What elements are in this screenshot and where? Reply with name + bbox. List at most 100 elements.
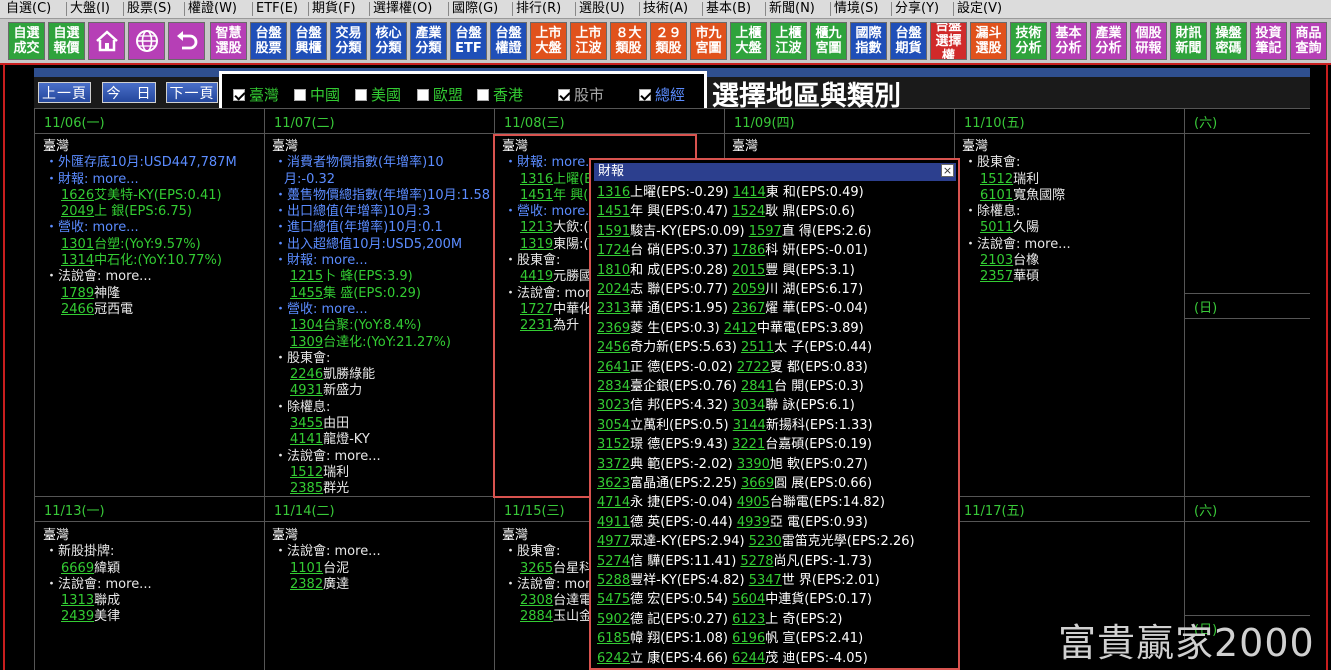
stock-link[interactable]: 5902	[597, 612, 630, 627]
toolbar-button-b33[interactable]: 商品 查詢	[1290, 22, 1327, 60]
menu-item-3[interactable]: 權證(W)	[188, 1, 237, 17]
stock-link[interactable]: 5347	[749, 573, 782, 588]
stock-link[interactable]: 1314	[61, 253, 94, 268]
toolbar-button-b24[interactable]: 台盤 選擇權	[930, 22, 967, 60]
stock-link[interactable]: 3221	[732, 437, 765, 452]
stock-link[interactable]: 5011	[980, 220, 1013, 235]
stock-link[interactable]: 5288	[597, 573, 630, 588]
stock-link[interactable]: 6244	[732, 651, 765, 666]
stock-link[interactable]: 2308	[520, 593, 553, 608]
stock-link[interactable]: 4939	[737, 515, 770, 530]
stock-link[interactable]: 2511	[741, 340, 774, 355]
checkbox[interactable]	[639, 88, 651, 101]
menu-item-9[interactable]: 選股(U)	[579, 1, 625, 17]
stock-link[interactable]: 1451	[597, 204, 630, 219]
stock-link[interactable]: 2382	[290, 577, 323, 592]
stock-link[interactable]: 4141	[290, 432, 323, 447]
filter-5[interactable]: 股市	[558, 84, 604, 105]
toolbar-button-b21[interactable]: 櫃九 宮圖	[810, 22, 847, 60]
stock-link[interactable]: 1786	[732, 243, 765, 258]
toolbar-button-b20[interactable]: 上櫃 江波	[770, 22, 807, 60]
toolbar-button-b7[interactable]: 台盤 股票	[250, 22, 287, 60]
stock-link[interactable]: 2024	[597, 282, 630, 297]
filter-3[interactable]: 歐盟	[417, 84, 463, 105]
stock-link[interactable]: 4911	[597, 515, 630, 530]
stock-link[interactable]: 1512	[980, 172, 1013, 187]
stock-link[interactable]: 4905	[737, 495, 770, 510]
menu-item-6[interactable]: 選擇權(O)	[373, 1, 432, 17]
stock-link[interactable]: 1101	[290, 561, 323, 576]
stock-link[interactable]: 2466	[61, 302, 94, 317]
stock-link[interactable]: 1215	[290, 269, 323, 284]
stock-link[interactable]: 2313	[597, 301, 630, 316]
close-icon[interactable]: ×	[941, 164, 954, 177]
next-page-button[interactable]: 下一頁	[166, 82, 218, 103]
stock-link[interactable]: 2641	[597, 360, 630, 375]
checkbox[interactable]	[477, 88, 489, 101]
back-icon-button[interactable]	[168, 22, 205, 60]
stock-link[interactable]: 2722	[737, 360, 770, 375]
menu-item-14[interactable]: 分享(Y)	[895, 1, 939, 17]
stock-link[interactable]: 2367	[732, 301, 765, 316]
stock-link[interactable]: 6242	[597, 651, 630, 666]
stock-link[interactable]: 2884	[520, 609, 553, 624]
menu-item-7[interactable]: 國際(G)	[452, 1, 498, 17]
filter-4[interactable]: 香港	[477, 84, 523, 105]
stock-link[interactable]: 3669	[741, 476, 774, 491]
toolbar-button-b30[interactable]: 財訊 新聞	[1170, 22, 1207, 60]
toolbar-button-b10[interactable]: 核心 分類	[370, 22, 407, 60]
home-icon-button[interactable]	[88, 22, 125, 60]
checkbox[interactable]	[294, 88, 306, 101]
stock-link[interactable]: 1304	[290, 318, 323, 333]
stock-link[interactable]: 2439	[61, 609, 94, 624]
toolbar-button-b23[interactable]: 台盤 期貨	[890, 22, 927, 60]
stock-link[interactable]: 4977	[597, 534, 630, 549]
stock-link[interactable]: 2049	[61, 204, 94, 219]
menu-item-0[interactable]: 自選(C)	[6, 1, 51, 17]
toolbar-button-b19[interactable]: 上櫃 大盤	[730, 22, 767, 60]
stock-link[interactable]: 2456	[597, 340, 630, 355]
stock-link[interactable]: 4714	[597, 495, 630, 510]
stock-link[interactable]: 3372	[597, 457, 630, 472]
toolbar-button-b28[interactable]: 產業 分析	[1090, 22, 1127, 60]
stock-link[interactable]: 2059	[732, 282, 765, 297]
toolbar-button-b17[interactable]: ２９ 類股	[650, 22, 687, 60]
checkbox[interactable]	[233, 88, 245, 101]
stock-link[interactable]: 3144	[733, 418, 766, 433]
stock-link[interactable]: 3152	[597, 437, 630, 452]
stock-link[interactable]: 2357	[980, 269, 1013, 284]
stock-link[interactable]: 6101	[980, 188, 1013, 203]
toolbar-button-b25[interactable]: 漏斗 選股	[970, 22, 1007, 60]
stock-link[interactable]: 1301	[61, 237, 94, 252]
stock-link[interactable]: 2834	[597, 379, 630, 394]
prev-page-button[interactable]: 上一頁	[38, 82, 91, 103]
stock-link[interactable]: 5475	[597, 592, 630, 607]
stock-link[interactable]: 1789	[61, 286, 94, 301]
stock-link[interactable]: 3455	[290, 416, 323, 431]
stock-link[interactable]: 6196	[732, 631, 765, 646]
stock-link[interactable]: 6123	[732, 612, 765, 627]
stock-link[interactable]: 2246	[290, 367, 323, 382]
stock-link[interactable]: 5604	[732, 592, 765, 607]
stock-link[interactable]: 3623	[597, 476, 630, 491]
checkbox[interactable]	[558, 88, 570, 101]
toolbar-button-b11[interactable]: 產業 分類	[410, 22, 447, 60]
stock-link[interactable]: 1524	[732, 204, 765, 219]
stock-link[interactable]: 1414	[733, 185, 766, 200]
toolbar-button-b29[interactable]: 個股 研報	[1130, 22, 1167, 60]
menu-item-13[interactable]: 情境(S)	[834, 1, 878, 17]
menu-item-8[interactable]: 排行(R)	[516, 1, 561, 17]
stock-link[interactable]: 1313	[61, 593, 94, 608]
stock-link[interactable]: 3390	[737, 457, 770, 472]
stock-link[interactable]: 1455	[290, 286, 323, 301]
stock-link[interactable]: 1316	[597, 185, 630, 200]
stock-link[interactable]: 2841	[741, 379, 774, 394]
toolbar-button-b6[interactable]: 智慧 選股	[210, 22, 247, 60]
toolbar-button-b2[interactable]: 自選 報價	[48, 22, 85, 60]
stock-link[interactable]: 2015	[732, 263, 765, 278]
stock-link[interactable]: 5278	[740, 554, 773, 569]
stock-link[interactable]: 6185	[597, 631, 630, 646]
toolbar-button-b14[interactable]: 上市 大盤	[530, 22, 567, 60]
checkbox[interactable]	[417, 88, 429, 101]
menu-item-12[interactable]: 新聞(N)	[769, 1, 815, 17]
